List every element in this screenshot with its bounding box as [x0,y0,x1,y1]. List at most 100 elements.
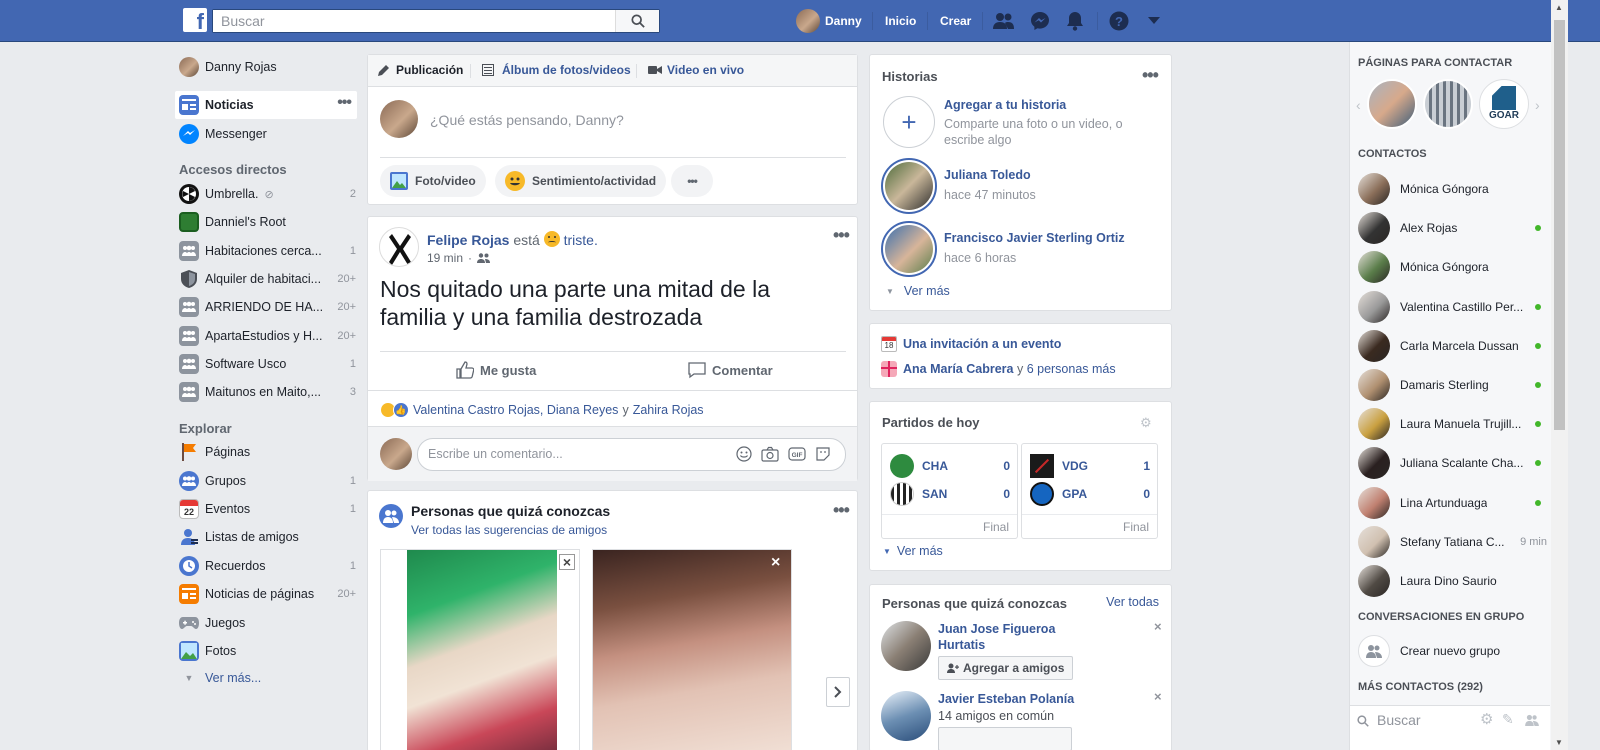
sidebar-item-shortcut[interactable]: Danniel's Root [179,208,359,236]
tab-album[interactable]: Álbum de fotos/videos [482,63,631,77]
add-friend-button[interactable]: Agregar a amigos [938,656,1074,680]
comment-button[interactable]: Comentar [688,361,773,379]
suggestion-name[interactable]: Juan Jose Figueroa Hurtatis [938,621,1088,653]
match-card[interactable]: CHA 0 SAN 0 Final [881,443,1018,539]
birthday-more-link[interactable]: 6 personas más [1027,362,1116,376]
contact-item[interactable]: Lina Artunduaga [1358,485,1543,521]
add-friend-button[interactable] [938,727,1072,750]
gif-icon[interactable]: GIF [788,446,806,462]
emoji-icon[interactable] [736,446,752,462]
see-more-stories-link[interactable]: ▼ Ver más [886,284,950,298]
sidebar-item-news-feed[interactable]: Noticias ••• [175,91,357,119]
suggestion-card[interactable]: × [592,549,792,750]
chevron-right-icon[interactable]: › [1535,97,1540,113]
gear-icon[interactable]: ⚙ [1140,415,1152,431]
contact-item[interactable]: Stefany Tatiana C... 9 min [1358,524,1547,560]
feeling-activity-button[interactable]: Sentimiento/actividad [495,165,667,197]
sidebar-item-shortcut[interactable]: ApartaEstudios y H... 20+ [179,322,359,350]
add-story-button[interactable]: + [883,96,935,148]
sidebar-item-shortcut[interactable]: Habitaciones cerca... 1 [179,237,359,265]
sidebar-item-pages-feed[interactable]: Noticias de páginas 20+ [179,580,359,608]
see-all-suggestions-link[interactable]: Ver todas las sugerencias de amigos [411,523,607,537]
author-name[interactable]: Felipe Rojas [427,232,509,248]
facebook-logo-icon[interactable]: f [183,8,207,32]
suggestion-name[interactable]: Javier Esteban Polanía [938,692,1074,706]
tab-post[interactable]: Publicación [378,63,463,77]
like-button[interactable]: Me gusta [456,361,536,379]
gear-icon[interactable]: ⚙ [1480,710,1493,728]
sidebar-item-shortcut[interactable]: Alquiler de habitaci... 20+ [179,265,359,293]
close-icon[interactable]: × [771,554,780,572]
page-avatar[interactable] [1367,79,1417,129]
contact-item[interactable]: Carla Marcela Dussan [1358,328,1543,364]
more-options-icon[interactable]: ••• [833,500,850,521]
see-all-link[interactable]: Ver todas [1106,595,1159,609]
friends-audience-icon[interactable] [477,253,491,263]
contact-item[interactable]: Laura Manuela Trujill... [1358,406,1543,442]
messenger-icon[interactable] [1029,10,1051,32]
page-avatar[interactable] [1423,79,1473,129]
sidebar-item-photos[interactable]: Fotos [179,637,359,665]
contact-item[interactable]: Damaris Sterling [1358,367,1543,403]
add-story-title[interactable]: Agregar a tu historia [944,98,1066,112]
compose-icon[interactable]: ✎ [1502,711,1514,728]
sidebar-item-shortcut[interactable]: Software Usco 1 [179,350,359,378]
close-icon[interactable]: × [1154,689,1162,704]
scroll-up-icon[interactable]: ▲ [1555,3,1563,12]
comment-input[interactable]: Escribe un comentario... [428,447,563,461]
avatar[interactable] [881,621,931,671]
more-options-icon[interactable]: ••• [1142,65,1159,86]
next-arrow-button[interactable] [826,677,850,707]
feeling-text[interactable]: triste. [564,232,598,248]
contact-item[interactable]: Laura Dino Saurio [1358,563,1543,599]
notifications-bell-icon[interactable] [1064,10,1086,32]
event-invitation-link[interactable]: Una invitación a un evento [903,337,1061,351]
sidebar-item-shortcut[interactable]: Maitunos en Maito,... 3 [179,378,359,406]
search-button[interactable] [615,10,659,32]
match-card[interactable]: VDG 1 GPA 0 Final [1021,443,1158,539]
scrollbar-thumb[interactable] [1554,20,1565,430]
story-avatar[interactable] [881,221,937,277]
composer-input[interactable]: ¿Qué estás pensando, Danny? [430,112,624,128]
create-link[interactable]: Crear [940,0,971,42]
new-group-icon[interactable] [1524,714,1540,726]
photo-video-button[interactable]: Foto/video [380,165,486,197]
avatar[interactable] [379,227,419,267]
sidebar-item-profile[interactable]: Danny Rojas [179,53,359,81]
sidebar-item-shortcut[interactable]: ARRIENDO DE HA... 20+ [179,293,359,321]
sidebar-item-memories[interactable]: Recuerdos 1 [179,552,359,580]
sidebar-item-messenger[interactable]: Messenger [179,120,359,148]
close-icon[interactable]: × [559,554,575,570]
chevron-down-icon[interactable] [1143,10,1165,32]
post-timestamp[interactable]: 19 min [427,251,463,265]
scroll-down-icon[interactable]: ▼ [1555,738,1563,747]
more-options-icon[interactable]: ••• [337,94,352,112]
create-group-button[interactable]: Crear nuevo grupo [1358,633,1543,669]
page-avatar[interactable]: GOAR [1479,79,1529,129]
contact-item[interactable]: Mónica Góngora [1358,171,1543,207]
birthday-name[interactable]: Ana María Cabrera [903,362,1013,376]
story-name[interactable]: Francisco Javier Sterling Ortiz [944,231,1125,245]
contact-item[interactable]: Juliana Scalante Cha... [1358,445,1543,481]
search-input[interactable] [213,10,603,32]
story-avatar[interactable] [881,158,937,214]
chevron-left-icon[interactable]: ‹ [1356,97,1361,113]
see-more-link[interactable]: ▼ Ver más... [179,664,359,692]
home-link[interactable]: Inicio [885,0,916,42]
chat-search-input[interactable]: Buscar [1377,712,1421,728]
tab-live-video[interactable]: Video en vivo [648,63,744,77]
help-icon[interactable]: ? [1108,10,1130,32]
friend-requests-icon[interactable] [993,10,1015,32]
contact-item[interactable]: Valentina Castillo Per... [1358,289,1543,325]
camera-icon[interactable] [761,446,779,462]
sidebar-item-pages[interactable]: Páginas [179,438,359,466]
profile-link[interactable]: Danny [796,9,862,33]
sidebar-item-groups[interactable]: Grupos 1 [179,467,359,495]
more-options-icon[interactable]: ••• [833,225,850,246]
avatar[interactable] [881,691,931,741]
contact-item[interactable]: Mónica Góngora [1358,249,1543,285]
more-options-icon[interactable]: ••• [671,165,713,197]
sidebar-item-friend-lists[interactable]: Listas de amigos [179,523,359,551]
sidebar-item-shortcut[interactable]: Umbrella. ⊘ 2 [179,180,359,208]
see-more-matches-link[interactable]: ▼ Ver más [883,544,943,558]
